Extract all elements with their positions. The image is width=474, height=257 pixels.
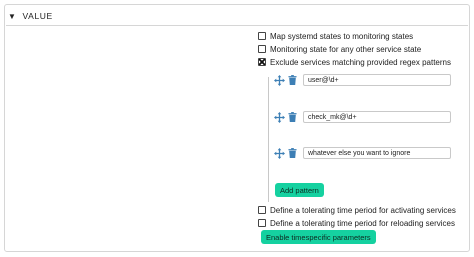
section-title: VALUE	[22, 11, 53, 21]
trash-icon[interactable]	[288, 148, 297, 158]
move-arrows-icon[interactable]	[274, 147, 285, 159]
trash-icon[interactable]	[288, 112, 297, 122]
pattern-list-border	[268, 77, 269, 202]
trash-icon[interactable]	[288, 75, 297, 85]
exclude-label: Exclude services matching provided regex…	[270, 57, 451, 67]
divider	[6, 25, 468, 26]
enable-timespecific-button[interactable]: Enable timespecific parameters	[261, 230, 376, 244]
pattern-entry: check_mk@\d+	[274, 109, 451, 125]
map-states-checkbox[interactable]	[258, 32, 266, 40]
add-pattern-button[interactable]: Add pattern	[275, 183, 324, 197]
tolerating-activating-checkbox[interactable]	[258, 206, 266, 214]
tolerating-reloading-label: Define a tolerating time period for relo…	[270, 218, 455, 228]
pattern-input[interactable]: whatever else you want to ignore	[303, 147, 451, 159]
other-state-label: Monitoring state for any other service s…	[270, 44, 422, 54]
map-states-label: Map systemd states to monitoring states	[270, 31, 414, 41]
section-header[interactable]: ▼ VALUE	[8, 9, 53, 23]
move-arrows-icon[interactable]	[274, 111, 285, 123]
option-tolerating-reloading[interactable]: Define a tolerating time period for relo…	[258, 217, 455, 229]
pattern-input[interactable]: user@\d+	[303, 74, 451, 86]
pattern-entry: whatever else you want to ignore	[274, 145, 451, 161]
exclude-checkbox[interactable]	[258, 58, 266, 66]
other-state-checkbox[interactable]	[258, 45, 266, 53]
option-exclude[interactable]: Exclude services matching provided regex…	[258, 56, 451, 68]
option-tolerating-activating[interactable]: Define a tolerating time period for acti…	[258, 204, 456, 216]
pattern-input[interactable]: check_mk@\d+	[303, 111, 451, 123]
pattern-entry: user@\d+	[274, 72, 451, 88]
option-map-states[interactable]: Map systemd states to monitoring states	[258, 30, 413, 42]
option-other-state[interactable]: Monitoring state for any other service s…	[258, 43, 421, 55]
move-arrows-icon[interactable]	[274, 74, 285, 86]
tolerating-activating-label: Define a tolerating time period for acti…	[270, 205, 456, 215]
tolerating-reloading-checkbox[interactable]	[258, 219, 266, 227]
triangle-down-icon[interactable]: ▼	[8, 12, 17, 21]
